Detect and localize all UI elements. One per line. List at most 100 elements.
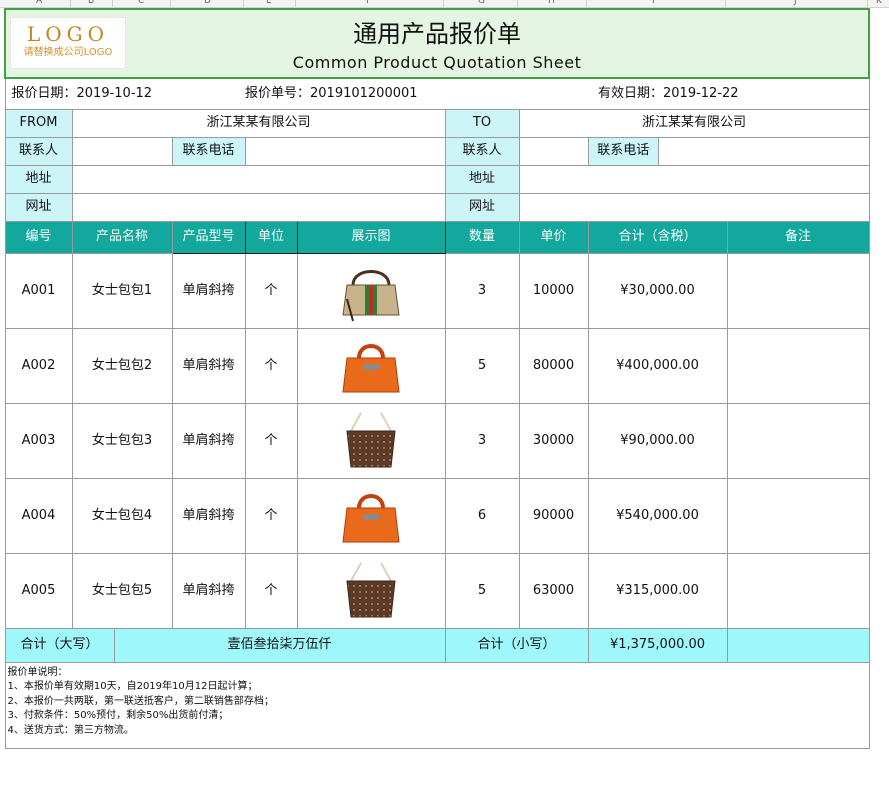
total-lower-value[interactable]: ¥1,375,000.00 [587, 627, 728, 663]
to-website-value[interactable] [518, 192, 870, 222]
product-unit[interactable]: 个 [244, 552, 298, 629]
from-label[interactable]: FROM [4, 108, 73, 138]
product-note[interactable] [726, 477, 870, 554]
column-letter[interactable]: A [36, 0, 42, 6]
to-phone-value[interactable] [659, 138, 869, 164]
product-image-cell[interactable] [296, 477, 446, 554]
column-letter[interactable]: J [794, 0, 797, 6]
column-letter[interactable]: K [876, 0, 882, 6]
total-lower-label[interactable]: 合计（小写） [444, 627, 589, 663]
column-header-qty[interactable]: 数量 [444, 220, 520, 254]
product-qty[interactable]: 6 [444, 477, 520, 554]
column-letter[interactable]: F [366, 0, 371, 6]
column-letter[interactable]: I [652, 0, 655, 6]
column-header-unit[interactable]: 单位 [244, 220, 298, 254]
total-row: 合计（大写） 壹佰叁拾柒万伍仟 合计（小写） ¥1,375,000.00 [4, 627, 870, 663]
total-upper-value[interactable]: 壹佰叁拾柒万伍仟 [113, 627, 446, 663]
column-header-total[interactable]: 合计（含税） [587, 220, 728, 254]
notes-cell[interactable]: 报价单说明： 1、本报价单有效期10天，自2019年10月12日起计算； 2、本… [4, 661, 870, 749]
product-price[interactable]: 90000 [518, 477, 589, 554]
product-price[interactable]: 63000 [518, 552, 589, 629]
product-unit[interactable]: 个 [244, 477, 298, 554]
product-unit[interactable]: 个 [244, 252, 298, 329]
to-phone-split: 联系电话 [589, 138, 869, 164]
product-image-cell[interactable] [296, 552, 446, 629]
product-model[interactable]: 单肩斜挎 [171, 252, 246, 329]
column-letter[interactable]: E [266, 0, 272, 6]
product-model[interactable]: 单肩斜挎 [171, 477, 246, 554]
from-website-label[interactable]: 网址 [4, 192, 73, 222]
to-address-value[interactable] [518, 164, 870, 194]
product-model[interactable]: 单肩斜挎 [171, 327, 246, 404]
to-company[interactable]: 浙江某某有限公司 [518, 108, 870, 138]
to-label[interactable]: TO [444, 108, 520, 138]
column-header-image[interactable]: 展示图 [296, 220, 446, 254]
product-name[interactable]: 女士包包2 [71, 327, 173, 404]
from-contact-label[interactable]: 联系人 [4, 136, 73, 166]
product-id[interactable]: A001 [4, 252, 73, 329]
column-letter[interactable]: D [204, 0, 211, 6]
product-unit[interactable]: 个 [244, 402, 298, 479]
column-header-name[interactable]: 产品名称 [71, 220, 173, 254]
from-phone-value[interactable] [244, 136, 446, 166]
valid-date-cell[interactable]: 有效日期：2019-12-22 [588, 78, 870, 110]
total-blank[interactable] [726, 627, 870, 663]
product-image-cell[interactable] [296, 252, 446, 329]
quote-date-cell[interactable]: 报价日期：2019-10-12 [4, 78, 245, 110]
column-letter[interactable]: B [88, 0, 94, 6]
column-header-id[interactable]: 编号 [4, 220, 73, 254]
product-total[interactable]: ¥90,000.00 [587, 402, 728, 479]
product-qty[interactable]: 3 [444, 252, 520, 329]
product-note[interactable] [726, 252, 870, 329]
from-company[interactable]: 浙江某某有限公司 [71, 108, 446, 138]
product-name[interactable]: 女士包包1 [71, 252, 173, 329]
product-total[interactable]: ¥400,000.00 [587, 327, 728, 404]
from-phone-label[interactable]: 联系电话 [171, 136, 246, 166]
product-note[interactable] [726, 327, 870, 404]
column-letter[interactable]: G [478, 0, 485, 6]
product-unit[interactable]: 个 [244, 327, 298, 404]
info-row: 报价日期：2019-10-12 报价单号：2019101200001 有效日期：… [4, 78, 870, 110]
product-qty[interactable]: 5 [444, 552, 520, 629]
product-total[interactable]: ¥30,000.00 [587, 252, 728, 329]
to-phone-label[interactable]: 联系电话 [589, 138, 659, 164]
product-id[interactable]: A004 [4, 477, 73, 554]
product-model[interactable]: 单肩斜挎 [171, 402, 246, 479]
column-letter[interactable]: H [548, 0, 555, 6]
product-name[interactable]: 女士包包5 [71, 552, 173, 629]
product-name[interactable]: 女士包包4 [71, 477, 173, 554]
product-price[interactable]: 10000 [518, 252, 589, 329]
column-header-price[interactable]: 单价 [518, 220, 589, 254]
product-model[interactable]: 单肩斜挎 [171, 552, 246, 629]
to-website-label[interactable]: 网址 [444, 192, 520, 222]
product-qty[interactable]: 5 [444, 327, 520, 404]
product-image-cell[interactable] [296, 402, 446, 479]
to-contact-label[interactable]: 联系人 [444, 136, 520, 166]
product-price[interactable]: 80000 [518, 327, 589, 404]
column-header-model[interactable]: 产品型号 [171, 220, 246, 254]
to-address-label[interactable]: 地址 [444, 164, 520, 194]
column-letter[interactable]: C [138, 0, 144, 6]
product-name[interactable]: 女士包包3 [71, 402, 173, 479]
product-id[interactable]: A005 [4, 552, 73, 629]
quote-number-cell[interactable]: 报价单号：2019101200001 [245, 78, 588, 110]
product-total[interactable]: ¥315,000.00 [587, 552, 728, 629]
column-divider [725, 0, 726, 7]
title-cell[interactable]: LOGO 请替换成公司LOGO 通用产品报价单 Common Product Q… [3, 8, 871, 79]
column-header-note[interactable]: 备注 [726, 220, 870, 254]
product-id[interactable]: A002 [4, 327, 73, 404]
product-qty[interactable]: 3 [444, 402, 520, 479]
product-image-cell[interactable] [296, 327, 446, 404]
product-note[interactable] [726, 402, 870, 479]
from-address-label[interactable]: 地址 [4, 164, 73, 194]
product-price[interactable]: 30000 [518, 402, 589, 479]
product-id[interactable]: A003 [4, 402, 73, 479]
from-contact-value[interactable] [71, 136, 173, 166]
to-contact-value[interactable] [518, 136, 589, 166]
from-address-value[interactable] [71, 164, 446, 194]
total-upper-label[interactable]: 合计（大写） [4, 627, 115, 663]
from-website-value[interactable] [71, 192, 446, 222]
column-divider [867, 0, 868, 7]
product-total[interactable]: ¥540,000.00 [587, 477, 728, 554]
product-note[interactable] [726, 552, 870, 629]
